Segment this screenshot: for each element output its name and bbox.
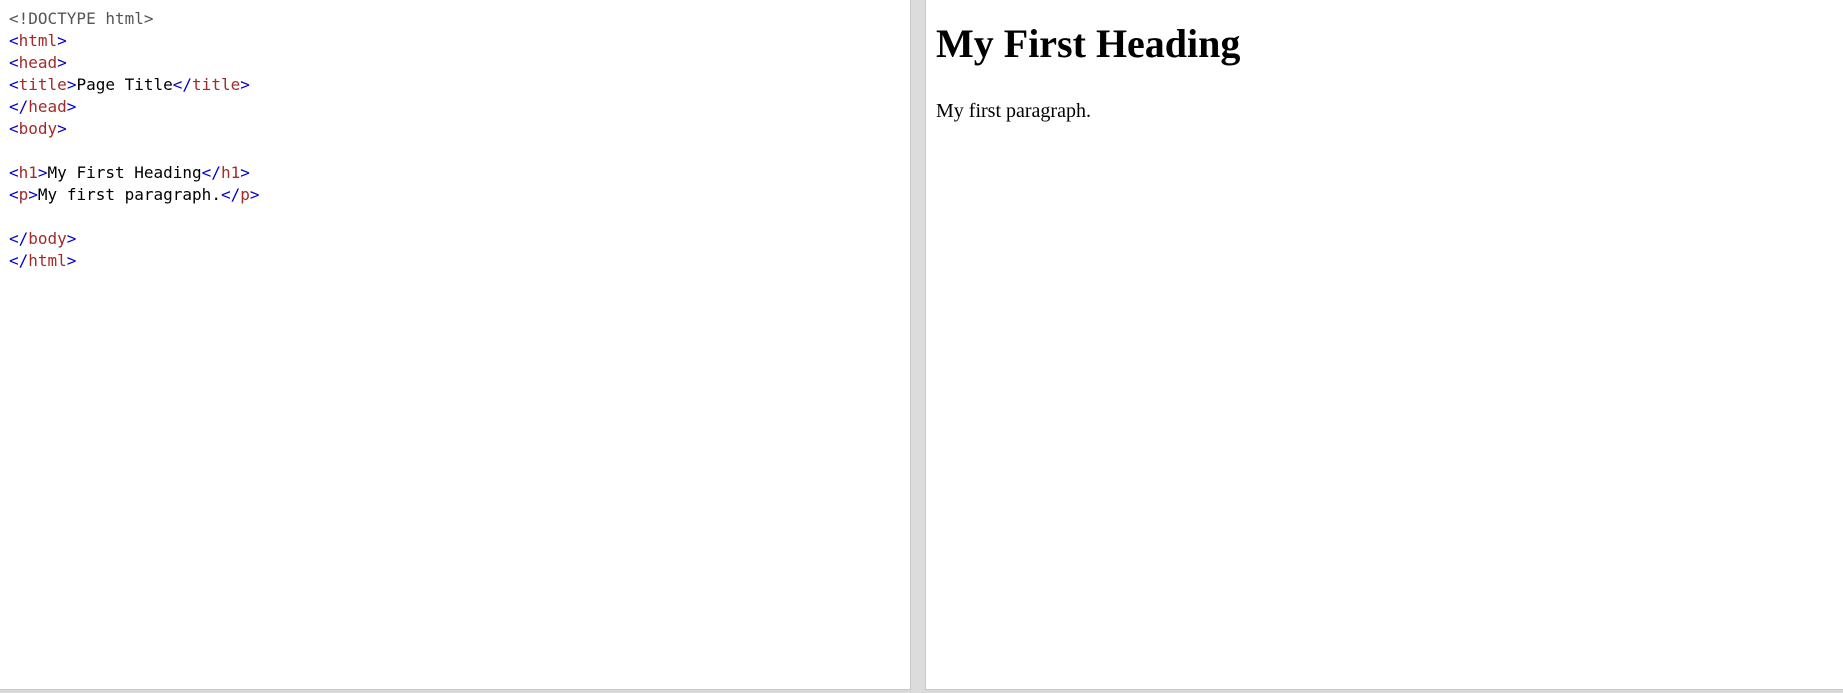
code-token-bracket: </ — [172, 75, 193, 94]
code-line: <!DOCTYPE html> — [9, 8, 260, 30]
code-editor-text[interactable]: <!DOCTYPE html> <html> <head> <title>Page T… — [9, 8, 260, 272]
code-token-bracket: < — [9, 31, 19, 50]
code-token-bracket: </ — [9, 251, 29, 270]
code-token-bracket: </ — [9, 229, 29, 248]
code-token-tag: head — [18, 53, 58, 72]
code-token-bracket: > — [240, 75, 250, 94]
code-line: <title>Page Title</title> — [9, 74, 260, 96]
code-token-bracket: > — [249, 185, 260, 204]
code-token-tag: p — [18, 185, 29, 204]
tryit-editor-app: <!DOCTYPE html> <html> <head> <title>Page T… — [0, 0, 1843, 693]
code-line: </body> — [9, 228, 260, 250]
code-token-tag: h1 — [220, 163, 241, 182]
code-token-bracket: > — [57, 31, 67, 50]
code-token-tag: p — [240, 185, 250, 204]
code-token-bracket: < — [9, 75, 19, 94]
code-token-tag: title — [192, 75, 241, 94]
code-token-text: My first paragraph. — [37, 185, 221, 204]
code-token-text: My First Heading — [47, 163, 202, 182]
code-token-tag: body — [28, 229, 67, 248]
code-token-tag: head — [28, 97, 67, 116]
code-line: <body> — [9, 118, 260, 140]
code-line: <h1>My First Heading</h1> — [9, 162, 260, 184]
code-line: <html> — [9, 30, 260, 52]
code-token-bracket: < — [9, 119, 19, 138]
code-token-bracket: > — [66, 251, 77, 270]
code-token-bracket: > — [37, 163, 48, 182]
code-token-bracket: < — [9, 185, 19, 204]
code-token-bracket: > — [28, 185, 38, 204]
pane-resize-divider[interactable] — [911, 0, 925, 693]
code-token-bracket: </ — [220, 185, 241, 204]
code-token-doctype: <!DOCTYPE html> — [9, 9, 154, 28]
code-token-tag: html — [28, 251, 67, 270]
code-token-bracket: > — [66, 97, 77, 116]
code-token-tag: body — [18, 119, 58, 138]
code-token-bracket: </ — [201, 163, 221, 182]
code-line: <p>My first paragraph.</p> — [9, 184, 260, 206]
result-heading: My First Heading — [936, 21, 1241, 66]
code-token-tag: html — [18, 31, 58, 50]
code-token-tag: title — [18, 75, 67, 94]
result-paragraph: My first paragraph. — [936, 100, 1091, 122]
code-line: </head> — [9, 96, 260, 118]
code-line: </html> — [9, 250, 260, 272]
code-token-bracket: > — [57, 119, 67, 138]
code-token-bracket: > — [240, 163, 250, 182]
code-editor-pane[interactable]: <!DOCTYPE html> <html> <head> <title>Page T… — [0, 0, 911, 690]
code-token-bracket: </ — [9, 97, 29, 116]
code-token-bracket: < — [9, 53, 19, 72]
code-token-bracket: > — [66, 75, 77, 94]
code-token-bracket: < — [9, 163, 19, 182]
code-line: <head> — [9, 52, 260, 74]
code-token-bracket: > — [57, 53, 67, 72]
code-token-tag: h1 — [18, 163, 38, 182]
code-token-bracket: > — [66, 229, 77, 248]
result-preview-pane: My First Heading My first paragraph. — [925, 0, 1843, 690]
code-token-text: Page Title — [76, 75, 173, 94]
